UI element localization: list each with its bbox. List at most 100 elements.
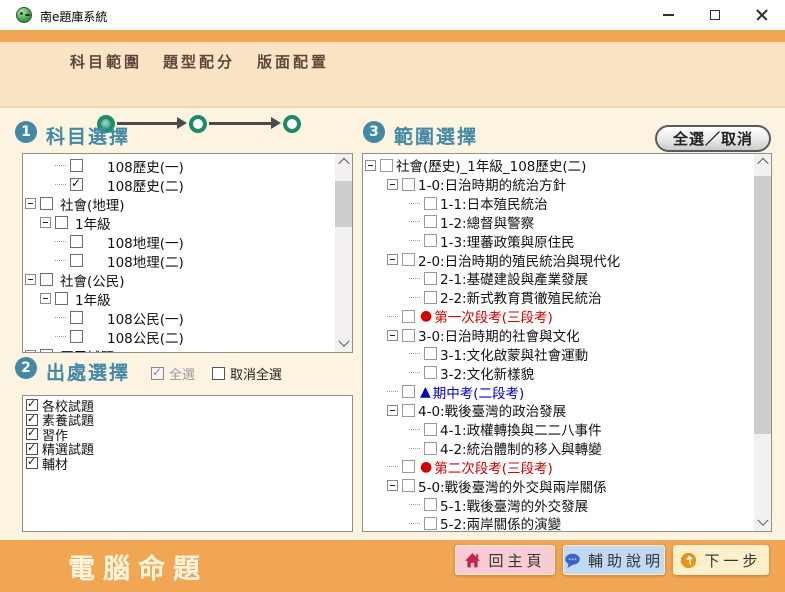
tree-checkbox[interactable] [40,273,53,286]
tree-expander-icon[interactable] [25,274,36,285]
tree-label[interactable]: 4-0:戰後臺灣的政治發展 [418,400,566,420]
tree-expander-icon[interactable] [387,254,398,265]
tree-label[interactable]: 108公民(一) [107,308,184,328]
tree-checkbox[interactable] [70,254,83,267]
help-button[interactable]: 輔助說明 [563,545,665,575]
tree-checkbox[interactable] [70,235,83,248]
source-checkbox[interactable] [26,414,38,426]
tree-label[interactable]: 1年級 [75,289,111,309]
step-label-layout-config[interactable]: 版面配置 [257,51,329,72]
tree-checkbox[interactable] [70,330,83,343]
tree-checkbox[interactable] [55,292,68,305]
tree-checkbox[interactable] [380,159,393,172]
tree-label[interactable]: 5-2:兩岸關係的演變 [440,513,561,531]
tree-label[interactable]: 108歷史(二) [107,175,184,195]
tree-expander-icon[interactable] [40,217,51,228]
select-toggle-all-button[interactable]: 全選／取消 [655,125,771,152]
tree-label[interactable]: 108歷史(一) [107,156,184,176]
tree-label[interactable]: 3-2:文化新樣貌 [440,363,534,383]
tree-label[interactable]: 5-1:戰後臺灣的外交發展 [440,495,588,515]
tree-label[interactable]: 1-0:日治時期的統治方針 [418,174,566,194]
scrollbar-thumb[interactable] [754,176,771,434]
tree-checkbox[interactable] [424,215,437,228]
select-all-option[interactable]: 全選 [151,364,195,383]
tree-expander-icon[interactable] [387,330,398,341]
tree-checkbox[interactable] [424,272,437,285]
tree-label[interactable]: 第一次段考(三段考) [434,306,553,326]
tree-expander-icon[interactable] [365,160,376,171]
tree-label[interactable]: 期中考(二段考) [433,382,525,402]
tree-checkbox[interactable] [424,234,437,247]
tree-checkbox[interactable] [40,197,53,210]
select-all-checkbox[interactable] [151,367,164,380]
home-button[interactable]: 回主頁 [455,545,555,575]
step-label-question-allocation[interactable]: 題型配分 [163,51,235,72]
tree-checkbox[interactable] [424,291,437,304]
tree-expander-icon[interactable] [387,480,398,491]
tree-label[interactable]: 2-2:新式教育貫徹殖民統治 [440,287,602,307]
scope-scrollbar[interactable] [754,154,771,531]
tree-label[interactable]: 108公民(二) [107,327,184,347]
source-checkbox[interactable] [26,399,38,411]
deselect-all-checkbox[interactable] [212,367,225,380]
tree-label[interactable]: 1-3:理蕃政策與原住民 [440,231,575,251]
step-dot-3[interactable] [283,115,301,133]
tree-label[interactable]: 4-1:政權轉換與二二八事件 [440,419,602,439]
tree-label[interactable]: 3-1:文化啟蒙與社會運動 [440,344,588,364]
tree-checkbox[interactable] [40,349,53,352]
tree-checkbox[interactable] [424,197,437,210]
tree-checkbox[interactable] [402,385,415,398]
maximize-button[interactable] [692,0,738,30]
scroll-down-arrow[interactable] [754,515,771,531]
tree-checkbox[interactable] [402,404,415,417]
scrollbar-thumb[interactable] [335,181,352,227]
tree-checkbox[interactable] [70,178,83,191]
subject-scrollbar[interactable] [335,154,352,352]
close-button[interactable] [739,0,785,30]
tree-expander-icon[interactable] [25,350,36,352]
tree-label[interactable]: 2-0:日治時期的殖民統治與現代化 [418,250,620,270]
tree-label[interactable]: 社會(公民) [60,270,125,290]
step-dot-2[interactable] [189,115,207,133]
tree-checkbox[interactable] [424,517,437,530]
source-checkbox[interactable] [26,428,38,440]
tree-checkbox[interactable] [402,329,415,342]
tree-expander-icon[interactable] [40,293,51,304]
tree-expander-icon[interactable] [387,179,398,190]
tree-checkbox[interactable] [402,479,415,492]
tree-label[interactable]: 2-1:基礎建設與產業發展 [440,268,588,288]
tree-label[interactable]: 108地理(二) [107,251,184,271]
step-label-subject-scope[interactable]: 科目範圍 [70,51,142,72]
source-checkbox[interactable] [26,457,38,469]
tree-checkbox[interactable] [424,442,437,455]
tree-label[interactable]: 4-2:統治體制的移入與轉變 [440,438,602,458]
tree-expander-icon[interactable] [387,405,398,416]
tree-label[interactable]: 1年級 [75,213,111,233]
tree-checkbox[interactable] [402,460,415,473]
tree-expander-icon[interactable] [25,198,36,209]
source-checkbox[interactable] [26,443,38,455]
tree-checkbox[interactable] [424,498,437,511]
tree-checkbox[interactable] [424,347,437,360]
tree-checkbox[interactable] [55,216,68,229]
tree-checkbox[interactable] [70,159,83,172]
source-label[interactable]: 輔材 [42,454,68,473]
tree-label[interactable]: 1-1:日本殖民統治 [440,193,548,213]
scroll-down-arrow[interactable] [335,336,352,352]
minimize-button[interactable] [645,0,691,30]
tree-checkbox[interactable] [402,310,415,323]
tree-label[interactable]: 1-2:總督與警察 [440,212,534,232]
scroll-up-arrow[interactable] [754,154,771,170]
tree-label[interactable]: 第二次段考(三段考) [434,457,553,477]
tree-checkbox[interactable] [402,253,415,266]
tree-label[interactable]: 108地理(一) [107,232,184,252]
tree-checkbox[interactable] [402,178,415,191]
tree-checkbox[interactable] [424,423,437,436]
tree-label[interactable]: 3-0:日治時期的社會與文化 [418,325,580,345]
tree-label[interactable]: 5-0:戰後臺灣的外交與兩岸關係 [418,476,607,496]
deselect-all-option[interactable]: 取消全選 [212,364,282,383]
next-step-button[interactable]: 下一步 [673,545,769,575]
tree-label[interactable]: 社會(地理) [60,194,125,214]
scroll-up-arrow[interactable] [335,154,352,170]
tree-label[interactable]: 歷屆試題 [60,346,114,353]
